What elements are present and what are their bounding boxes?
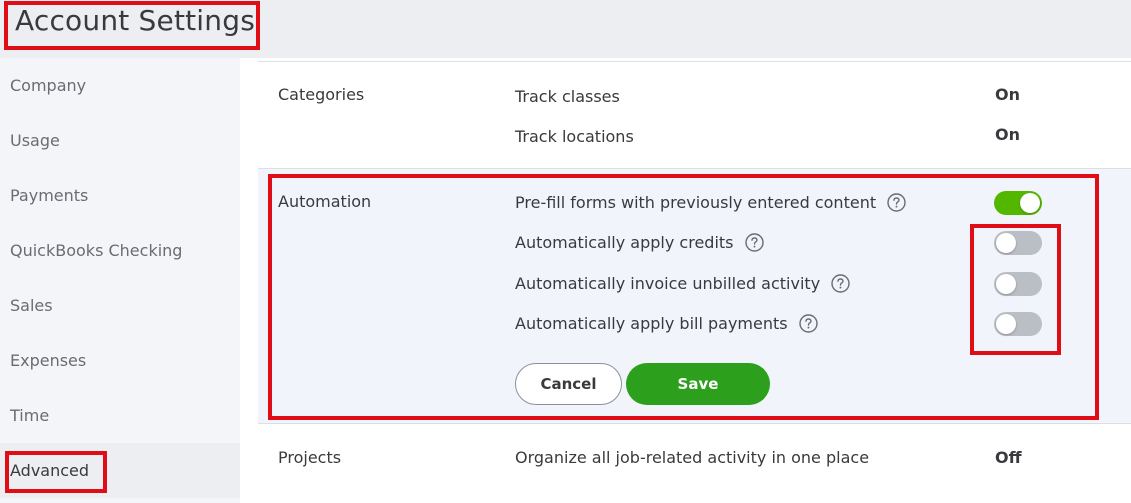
sidebar-item-payments[interactable]: Payments (0, 168, 240, 223)
organize-activity-label: Organize all job-related activity in one… (515, 448, 870, 467)
sidebar-item-time[interactable]: Time (0, 388, 240, 443)
projects-value: Off (995, 448, 1022, 467)
track-locations-label: Track locations (515, 127, 634, 146)
row-divider (258, 168, 1131, 169)
track-classes-label: Track classes (515, 87, 620, 106)
sidebar-item-usage[interactable]: Usage (0, 113, 240, 168)
track-classes-value: On (995, 85, 1020, 104)
sidebar-item-quickbooks-checking[interactable]: QuickBooks Checking (0, 223, 240, 278)
advanced-highlight-box (5, 451, 107, 493)
track-locations-value: On (995, 125, 1020, 144)
categories-section-label[interactable]: Categories (278, 85, 364, 104)
projects-section-label[interactable]: Projects (278, 448, 341, 467)
sidebar: Company Usage Payments QuickBooks Checki… (0, 58, 240, 503)
sidebar-item-company[interactable]: Company (0, 58, 240, 113)
toggles-highlight-box (970, 224, 1061, 355)
title-highlight-box (4, 1, 260, 50)
row-divider (258, 423, 1131, 424)
sidebar-item-expenses[interactable]: Expenses (0, 333, 240, 388)
row-divider (258, 61, 1131, 62)
sidebar-item-sales[interactable]: Sales (0, 278, 240, 333)
